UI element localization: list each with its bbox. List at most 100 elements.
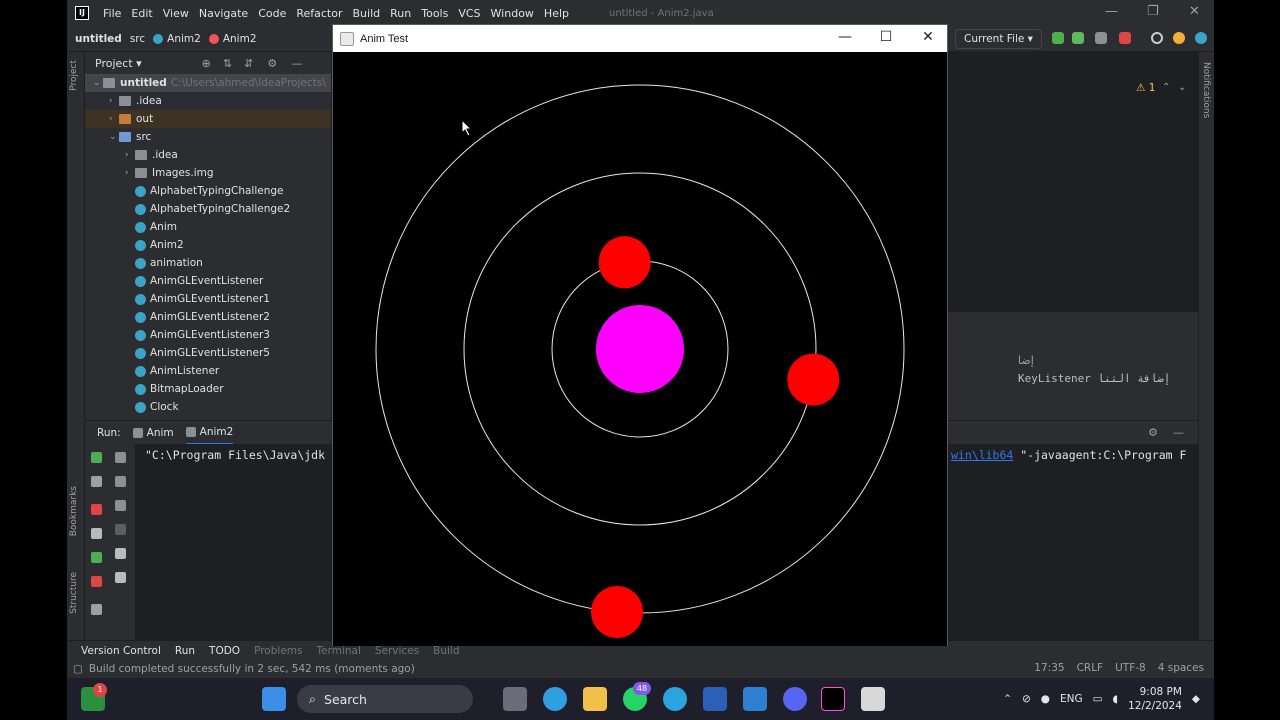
menu-vcs[interactable]: VCS	[458, 7, 480, 20]
status-message[interactable]: Build completed successfully in 2 sec, 5…	[89, 663, 415, 675]
chevron-icon[interactable]: ⌄	[109, 132, 119, 142]
chevron-up-icon[interactable]: ⌃	[1162, 82, 1170, 93]
run-tab-anim[interactable]: Anim	[132, 427, 174, 439]
start-icon[interactable]	[262, 687, 286, 711]
locate-icon[interactable]: ⊕	[202, 57, 211, 70]
tool-todo[interactable]: TODO	[209, 645, 240, 657]
menu-build[interactable]: Build	[353, 7, 381, 20]
collapse-icon[interactable]: ⇅	[223, 57, 232, 70]
gear-icon[interactable]: ⚙	[267, 57, 277, 70]
tool-terminal[interactable]: Terminal	[316, 645, 360, 657]
ide-restore-icon[interactable]: ❐	[1147, 4, 1159, 19]
structure-tool-label[interactable]: Structure	[69, 572, 79, 614]
chevron-icon[interactable]: ›	[109, 114, 119, 124]
stop-icon[interactable]	[91, 504, 102, 515]
tree-item[interactable]: Anim2	[85, 236, 331, 254]
cursor-position[interactable]: 17:35	[1034, 662, 1064, 674]
menu-navigate[interactable]: Navigate	[199, 7, 248, 20]
anim-test-window[interactable]: Anim Test — ☐ ✕	[332, 24, 948, 646]
tree-item[interactable]: AnimListener	[85, 362, 331, 380]
chevron-icon[interactable]: ›	[125, 150, 135, 160]
menu-tools[interactable]: Tools	[421, 7, 448, 20]
tool-services[interactable]: Services	[375, 645, 419, 657]
rerun-icon[interactable]	[1052, 32, 1064, 44]
animation-canvas[interactable]	[333, 52, 947, 646]
word-icon[interactable]	[703, 687, 727, 711]
edge-icon[interactable]	[543, 687, 567, 711]
tree-item[interactable]: AnimGLEventListener2	[85, 308, 331, 326]
tool-build[interactable]: Build	[433, 645, 459, 657]
display-icon[interactable]: ▭	[1093, 693, 1103, 705]
hide-panel-icon[interactable]: —	[291, 57, 302, 70]
tree-item[interactable]: AlphabetTypingChallenge2	[85, 200, 331, 218]
taskbar-clock[interactable]: 9:08 PM 12/2/2024	[1128, 685, 1182, 713]
gear-icon[interactable]: ⚙	[1148, 426, 1158, 439]
menu-file[interactable]: File	[103, 7, 121, 20]
java-app-icon[interactable]	[861, 687, 885, 711]
scroll-to-end-icon[interactable]	[115, 524, 126, 535]
microphone-icon[interactable]: ●	[1041, 693, 1050, 705]
rerun-icon[interactable]	[91, 452, 102, 463]
arrow-down-icon[interactable]	[115, 476, 126, 487]
chevron-icon[interactable]: ›	[125, 168, 135, 178]
wrench-icon[interactable]	[91, 476, 102, 487]
tree-item[interactable]: AnimGLEventListener	[85, 272, 331, 290]
arrow-up-icon[interactable]	[115, 452, 126, 463]
close-button[interactable]: ✕	[918, 29, 938, 45]
tree-item[interactable]: BitmapLoader	[85, 380, 331, 398]
stop-icon[interactable]	[1119, 32, 1131, 44]
project-view-dropdown[interactable]: Project ▾	[95, 57, 142, 70]
menu-refactor[interactable]: Refactor	[296, 7, 342, 20]
discord-icon[interactable]	[783, 687, 807, 711]
menu-window[interactable]: Window	[491, 7, 534, 20]
language-indicator[interactable]: ENG	[1060, 693, 1083, 705]
update-icon[interactable]	[1173, 32, 1185, 44]
warning-indicator[interactable]: ⚠ 1	[1136, 82, 1155, 94]
trash-icon[interactable]	[115, 572, 126, 583]
ide-minimize-icon[interactable]: —	[1105, 4, 1118, 19]
tree-item[interactable]: ⌄ src	[85, 128, 331, 146]
indent-setting[interactable]: 4 spaces	[1158, 662, 1204, 674]
tree-item[interactable]: AnimGLEventListener5	[85, 344, 331, 362]
breadcrumb-src[interactable]: src	[130, 33, 145, 45]
chevron-down-icon[interactable]: ⌄	[1178, 82, 1186, 93]
tree-item[interactable]: animation	[85, 254, 331, 272]
run-config-select[interactable]: Current File ▾	[955, 29, 1042, 49]
tree-item[interactable]: AnimGLEventListener3	[85, 326, 331, 344]
console-link[interactable]: win\lib64	[951, 448, 1013, 462]
breadcrumb-method[interactable]: Anim2	[208, 33, 257, 45]
breadcrumb-project[interactable]: untitled	[75, 33, 122, 45]
breadcrumb-class[interactable]: Anim2	[153, 33, 201, 45]
run-tab-anim2[interactable]: Anim2	[185, 421, 234, 445]
tool-run[interactable]: Run	[175, 645, 195, 657]
restore-layout-icon[interactable]	[91, 552, 102, 563]
menu-view[interactable]: View	[163, 7, 189, 20]
plugin-icon[interactable]	[1195, 32, 1207, 44]
search-icon[interactable]	[1151, 32, 1163, 44]
soft-wrap-icon[interactable]	[115, 500, 126, 511]
camera-icon[interactable]	[91, 528, 102, 539]
tree-item[interactable]: › Images.img	[85, 164, 331, 182]
menu-edit[interactable]: Edit	[131, 7, 152, 20]
intellij-icon[interactable]	[821, 687, 845, 711]
vscode-icon[interactable]	[743, 687, 767, 711]
editor-area[interactable]: ⚠ 1 ⌃ ⌄	[948, 52, 1198, 312]
chevron-icon[interactable]: ›	[109, 96, 119, 106]
anim-test-titlebar[interactable]: Anim Test — ☐ ✕	[333, 25, 947, 52]
tree-item[interactable]: Clock	[85, 398, 331, 416]
notifications-tool-label[interactable]: Notifications	[1201, 62, 1211, 118]
tool-problems[interactable]: Problems	[254, 645, 302, 657]
tree-item[interactable]: › .idea	[85, 92, 331, 110]
task-view-icon[interactable]	[503, 687, 527, 711]
chevron-icon[interactable]: ⌄	[93, 78, 103, 88]
hide-panel-icon[interactable]: —	[1173, 426, 1184, 439]
menu-run[interactable]: Run	[390, 7, 411, 20]
status-toggle-icon[interactable]: ▢	[73, 663, 83, 675]
menu-code[interactable]: Code	[258, 7, 286, 20]
layout-icon[interactable]	[91, 604, 102, 615]
telegram-icon[interactable]	[663, 687, 687, 711]
tree-item[interactable]: AnimGLEventListener1	[85, 290, 331, 308]
menu-help[interactable]: Help	[544, 7, 569, 20]
notification-bell-icon[interactable]: ◆	[1192, 693, 1200, 705]
project-tool-label[interactable]: Project	[69, 60, 79, 91]
